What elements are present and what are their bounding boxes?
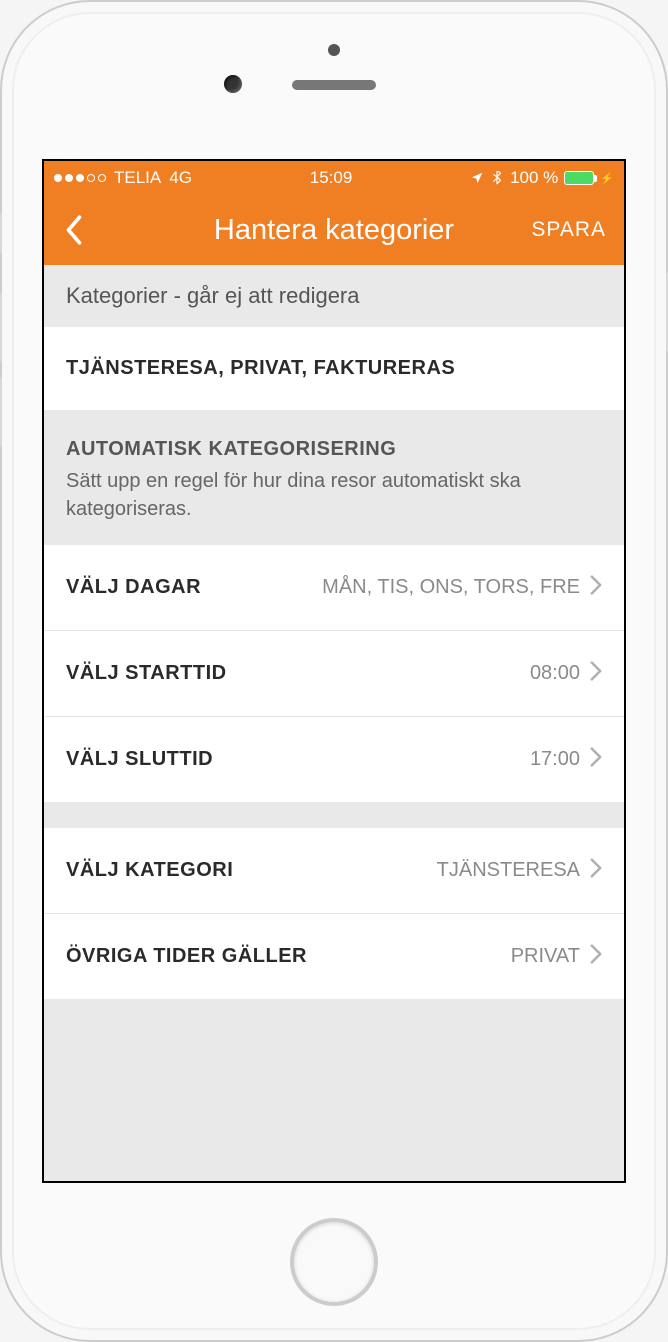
section-divider (44, 802, 624, 828)
select-days-label: VÄLJ DAGAR (66, 576, 201, 599)
chevron-right-icon (590, 747, 602, 772)
auto-categorization-title: AUTOMATISK KATEGORISERING (66, 438, 602, 461)
other-times-value: PRIVAT (511, 945, 580, 968)
volume-down-button (0, 377, 2, 447)
locked-categories-cell: TJÄNSTERESA, PRIVAT, FAKTURERAS (44, 327, 624, 410)
network-label: 4G (169, 168, 192, 188)
select-days-value: MÅN, TIS, ONS, TORS, FRE (322, 576, 580, 599)
proximity-sensor (328, 44, 340, 56)
select-category-value: TJÄNSTERESA (437, 859, 580, 882)
locked-categories-header: Kategorier - går ej att redigera (44, 265, 624, 327)
select-end-time-label: VÄLJ SLUTTID (66, 748, 213, 771)
battery-percent: 100 % (510, 168, 558, 188)
phone-speaker (292, 80, 376, 90)
charging-icon: ⚡ (600, 172, 614, 185)
home-button[interactable] (290, 1218, 378, 1306)
back-button[interactable] (44, 195, 104, 265)
chevron-right-icon (590, 858, 602, 883)
select-end-time-row[interactable]: VÄLJ SLUTTID 17:00 (44, 717, 624, 802)
auto-categorization-header: AUTOMATISK KATEGORISERING Sätt upp en re… (44, 410, 624, 545)
select-start-time-label: VÄLJ STARTTID (66, 662, 227, 685)
front-camera (224, 75, 242, 93)
select-days-row[interactable]: VÄLJ DAGAR MÅN, TIS, ONS, TORS, FRE (44, 545, 624, 631)
chevron-right-icon (590, 661, 602, 686)
signal-strength-icon (54, 174, 106, 182)
select-category-row[interactable]: VÄLJ KATEGORI TJÄNSTERESA (44, 828, 624, 914)
save-button[interactable]: SPARA (531, 218, 624, 242)
phone-frame: TELIA 4G 15:09 100 % ⚡ Hantera katego (0, 0, 668, 1342)
status-right: 100 % ⚡ (470, 168, 614, 188)
select-end-time-value: 17:00 (530, 748, 580, 771)
mute-switch (0, 212, 2, 254)
status-bar: TELIA 4G 15:09 100 % ⚡ (44, 161, 624, 195)
volume-up-button (0, 292, 2, 362)
status-left: TELIA 4G (54, 168, 192, 188)
other-times-row[interactable]: ÖVRIGA TIDER GÄLLER PRIVAT (44, 914, 624, 999)
carrier-label: TELIA (114, 168, 161, 188)
nav-bar: Hantera kategorier SPARA (44, 195, 624, 265)
screen: TELIA 4G 15:09 100 % ⚡ Hantera katego (42, 159, 626, 1183)
chevron-left-icon (63, 213, 85, 247)
select-category-label: VÄLJ KATEGORI (66, 859, 233, 882)
auto-categorization-subtitle: Sätt upp en regel för hur dina resor aut… (66, 467, 602, 523)
chevron-right-icon (590, 944, 602, 969)
bluetooth-icon (490, 171, 504, 185)
chevron-right-icon (590, 575, 602, 600)
locked-categories-value: TJÄNSTERESA, PRIVAT, FAKTURERAS (66, 357, 602, 380)
other-times-label: ÖVRIGA TIDER GÄLLER (66, 945, 307, 968)
battery-icon (564, 171, 594, 185)
status-time: 15:09 (310, 168, 353, 188)
select-start-time-value: 08:00 (530, 662, 580, 685)
select-start-time-row[interactable]: VÄLJ STARTTID 08:00 (44, 631, 624, 717)
location-icon (470, 171, 484, 185)
content-scroll[interactable]: Kategorier - går ej att redigera TJÄNSTE… (44, 265, 624, 1181)
locked-categories-title: Kategorier - går ej att redigera (66, 283, 602, 309)
